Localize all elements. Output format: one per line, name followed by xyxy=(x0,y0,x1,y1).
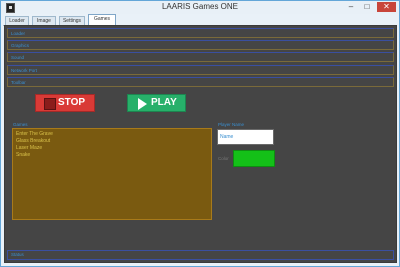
section-network-port[interactable]: Network Port xyxy=(7,65,394,75)
stop-label: STOP xyxy=(58,97,86,108)
list-item[interactable]: Snake xyxy=(16,152,30,158)
stop-icon xyxy=(44,98,56,110)
tab-settings[interactable]: Settings xyxy=(59,16,85,25)
color-picker[interactable] xyxy=(233,150,275,167)
games-list[interactable]: Enter The Grave Glass Breakout Laser Maz… xyxy=(12,128,212,220)
tab-loader[interactable]: Loader xyxy=(5,16,29,25)
color-label: Color xyxy=(218,156,229,161)
play-label: PLAY xyxy=(151,97,177,108)
player-name-input[interactable]: Name xyxy=(217,129,274,145)
games-label: Games xyxy=(13,122,28,127)
maximize-button[interactable]: □ xyxy=(361,2,373,12)
section-toolbar[interactable]: Toolbar xyxy=(7,77,394,87)
play-icon xyxy=(138,98,147,110)
player-name-label: Player Name xyxy=(218,122,245,127)
list-item[interactable]: Laser Maze xyxy=(16,145,42,151)
title-bar[interactable]: LAARIS Games ONE – □ ✕ xyxy=(1,1,399,14)
app-window: LAARIS Games ONE – □ ✕ Loader Image Sett… xyxy=(0,0,400,267)
window-title: LAARIS Games ONE xyxy=(161,2,239,11)
list-item[interactable]: Glass Breakout xyxy=(16,138,50,144)
play-button[interactable]: PLAY xyxy=(127,94,186,112)
section-graphics[interactable]: Graphics xyxy=(7,40,394,50)
close-button[interactable]: ✕ xyxy=(377,2,396,12)
minimize-button[interactable]: – xyxy=(345,2,357,12)
tab-image[interactable]: Image xyxy=(32,16,56,25)
list-item[interactable]: Enter The Grave xyxy=(16,131,53,137)
stop-button[interactable]: STOP xyxy=(35,94,95,112)
status-bar: Status xyxy=(7,250,394,260)
section-sound[interactable]: Sound xyxy=(7,52,394,62)
games-panel: Loader Graphics Sound Network Port Toolb… xyxy=(4,25,397,263)
section-loader[interactable]: Loader xyxy=(7,28,394,38)
